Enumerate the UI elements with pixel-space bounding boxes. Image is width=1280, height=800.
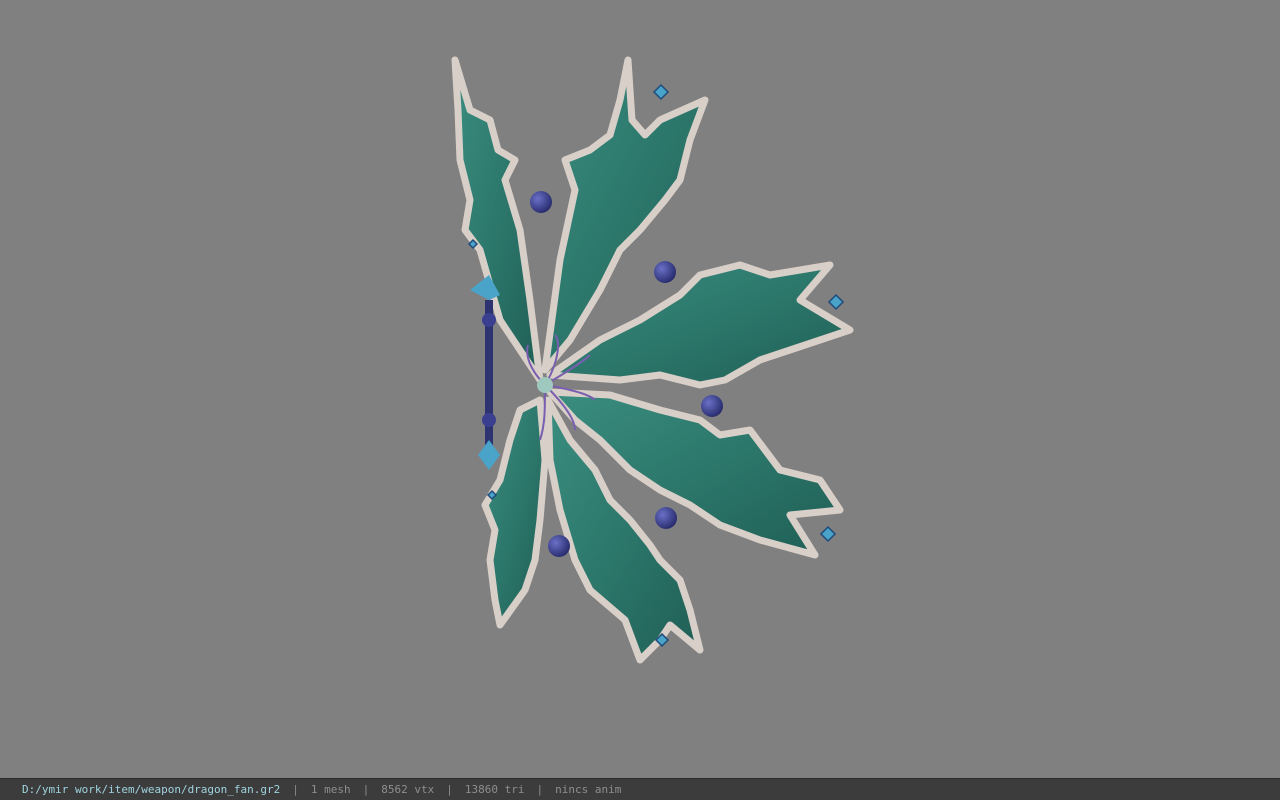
vertex-count: 8562 vtx <box>381 783 435 796</box>
anim-info: nincs anim <box>555 783 622 796</box>
3d-viewport[interactable] <box>0 0 1280 778</box>
separator: | <box>536 783 544 796</box>
separator: | <box>446 783 453 796</box>
dragon-fan-model <box>451 56 854 664</box>
status-bar: D:/ymir work/item/weapon/dragon_fan.gr2 … <box>0 778 1280 800</box>
mesh-count: 1 mesh <box>310 783 351 796</box>
fan-blade-6 <box>481 396 549 629</box>
hub-center <box>537 377 553 393</box>
separator: | <box>292 783 299 796</box>
triangle-count: 13860 tri <box>464 783 525 796</box>
file-path: D:/ymir work/item/weapon/dragon_fan.gr2 <box>22 783 281 796</box>
separator: | <box>362 783 370 796</box>
fan-blade-1 <box>451 56 544 384</box>
